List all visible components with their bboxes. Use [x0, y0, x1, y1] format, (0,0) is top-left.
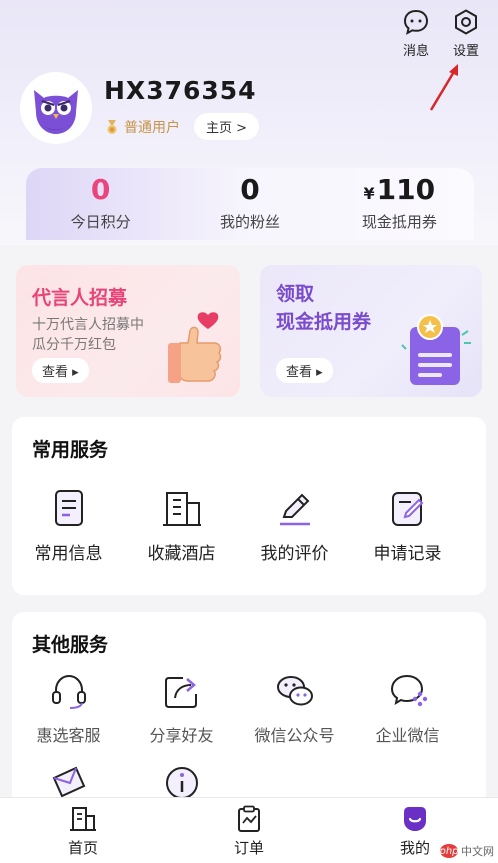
other-services-card: 其他服务 惠选客服 分享好友 微信公众号 企业微信: [12, 612, 486, 822]
spokesperson-subtitle: 十万代言人招募中 瓜分千万红包: [32, 315, 144, 356]
spokesperson-sub-line2: 瓜分千万红包: [32, 337, 116, 354]
red-arrow-annotation-icon: [429, 64, 458, 111]
wechat-icon: [276, 676, 313, 706]
pen-icon: [279, 493, 310, 526]
spokesperson-view-button[interactable]: 查看 ▸: [32, 358, 89, 383]
php-logo-icon: php: [439, 844, 459, 858]
service-label: 企业微信: [375, 726, 440, 745]
edit-record-icon: [391, 492, 423, 526]
service-customer-support[interactable]: 惠选客服: [12, 670, 125, 746]
settings-label: 设置: [452, 44, 479, 59]
service-my-reviews[interactable]: 我的评价: [238, 487, 351, 564]
service-wechat-official[interactable]: 微信公众号: [238, 670, 351, 746]
document-icon: [54, 490, 83, 526]
profile-face-icon: [404, 806, 426, 831]
building-icon: [162, 492, 201, 526]
voucher-title: 领取 现金抵用券: [276, 281, 371, 336]
settings-button[interactable]: 设置: [452, 8, 480, 59]
tab-home-label: 首页: [67, 838, 98, 857]
stats-bar: 0 今日积分 0 我的粉丝 ¥110 现金抵用券: [26, 168, 474, 240]
fans-value: 0: [240, 173, 260, 206]
voucher-view-button[interactable]: 查看 ▸: [276, 358, 333, 383]
home-building-icon: [70, 806, 96, 831]
medal-icon: [107, 119, 117, 134]
order-clipboard-icon: [238, 805, 260, 832]
voucher-promo-card[interactable]: 领取 现金抵用券 查看 ▸: [260, 265, 482, 397]
watermark-text: 中文网: [461, 845, 494, 858]
vouchers-value: ¥110: [364, 176, 436, 204]
headset-icon: [51, 674, 86, 709]
points-value: 0: [90, 173, 111, 206]
voucher-title-line2: 现金抵用券: [276, 310, 372, 333]
profile-info: HX376354 普通用户 主页 >: [104, 76, 260, 140]
messages-button[interactable]: 消息: [402, 8, 430, 59]
service-share-friends[interactable]: 分享好友: [125, 670, 238, 746]
common-services-title: 常用服务: [32, 439, 109, 461]
service-label: 分享好友: [149, 726, 214, 745]
user-level-row: 普通用户 主页 >: [104, 113, 260, 140]
service-label: 惠选客服: [36, 726, 101, 745]
stat-vouchers[interactable]: ¥110 现金抵用券: [325, 168, 474, 240]
spokesperson-sub-line1: 十万代言人招募中: [32, 317, 144, 333]
profile-section: HX376354 普通用户 主页 >: [20, 72, 260, 144]
tab-orders-label: 订单: [233, 838, 264, 857]
other-services-grid: 惠选客服 分享好友 微信公众号 企业微信: [12, 670, 486, 746]
watermark: php 中文网: [439, 843, 494, 859]
share-icon: [164, 677, 197, 708]
service-wecom[interactable]: 企业微信: [351, 670, 464, 746]
spokesperson-promo-card[interactable]: 代言人招募 十万代言人招募中 瓜分千万红包 查看 ▸: [16, 265, 240, 397]
settings-hexagon-icon: [455, 9, 477, 35]
points-label: 今日积分: [70, 213, 131, 231]
messages-label: 消息: [402, 44, 429, 59]
service-label: 我的评价: [260, 544, 329, 564]
voucher-title-line1: 领取: [276, 283, 315, 305]
top-actions: 消息 设置: [402, 8, 480, 59]
user-level: 普通用户: [124, 119, 180, 136]
other-services-title: 其他服务: [32, 634, 109, 656]
stat-points[interactable]: 0 今日积分: [26, 168, 175, 240]
promo-row: 代言人招募 十万代言人招募中 瓜分千万红包 查看 ▸ 领取 现金抵用券 查看 ▸: [16, 265, 482, 397]
homepage-button[interactable]: 主页 >: [194, 113, 260, 140]
service-label: 微信公众号: [254, 726, 335, 745]
service-favorite-hotels[interactable]: 收藏酒店: [125, 487, 238, 564]
wecom-icon: [390, 674, 427, 707]
service-application-records[interactable]: 申请记录: [351, 487, 464, 564]
owl-avatar-icon: [20, 72, 92, 144]
stat-fans[interactable]: 0 我的粉丝: [175, 168, 324, 240]
message-bubble-icon: [403, 9, 429, 35]
username: HX376354: [104, 76, 257, 105]
tab-orders[interactable]: 订单: [166, 798, 332, 863]
avatar[interactable]: [20, 72, 92, 144]
tab-home[interactable]: 首页: [0, 798, 166, 863]
service-common-info[interactable]: 常用信息: [12, 487, 125, 564]
common-services-grid: 常用信息 收藏酒店 我的评价 申请记录: [12, 487, 486, 564]
service-label: 申请记录: [373, 544, 442, 564]
bottom-tab-bar: 首页 订单 我的: [0, 797, 498, 863]
service-label: 收藏酒店: [147, 544, 216, 564]
tab-mine-label: 我的: [399, 838, 430, 857]
vouchers-label: 现金抵用券: [361, 213, 437, 231]
spokesperson-title: 代言人招募: [32, 287, 128, 309]
common-services-card: 常用服务 常用信息 收藏酒店 我的评价 申请记录: [12, 417, 486, 595]
fans-label: 我的粉丝: [219, 213, 280, 231]
thumbs-up-heart-icon: [168, 312, 222, 383]
service-label: 常用信息: [34, 544, 103, 564]
vouchers-amount: 110: [376, 173, 436, 206]
voucher-document-icon: [401, 314, 471, 385]
currency-symbol: ¥: [363, 184, 375, 203]
